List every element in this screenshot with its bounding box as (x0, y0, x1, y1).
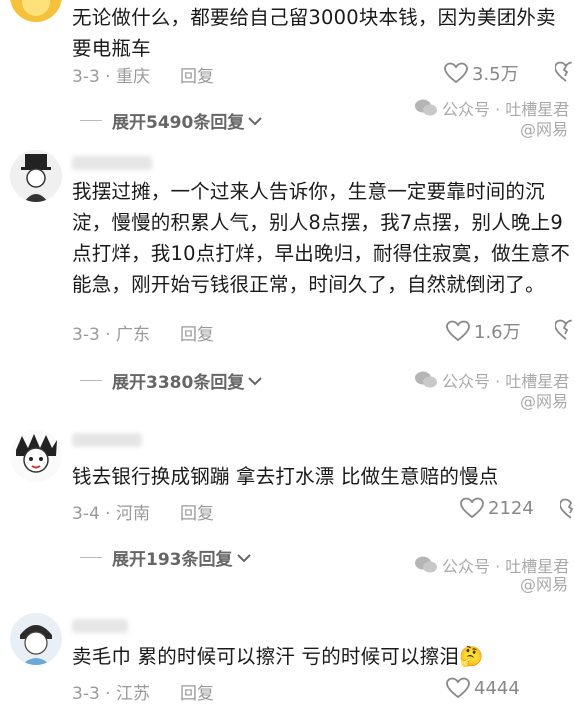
weibo-watermark: @网易 (520, 120, 569, 139)
comment-meta: 3-3 · 广东 回复 (72, 320, 214, 345)
like-button[interactable]: 1.6万 (446, 318, 521, 344)
avatar[interactable] (10, 430, 62, 482)
expand-replies-button[interactable]: 展开193条回复 (80, 545, 251, 570)
date-location: 3-3 · 江苏 (72, 684, 150, 704)
like-count: 4444 (474, 677, 520, 699)
reply-button[interactable]: 回复 (180, 62, 214, 87)
wechat-icon (415, 371, 437, 388)
wechat-icon (415, 99, 437, 116)
date-location: 3-4 · 河南 (72, 504, 150, 524)
dislike-icon[interactable] (555, 61, 575, 83)
divider (80, 557, 102, 558)
expand-label: 展开3380条回复 (112, 373, 245, 393)
like-count: 2124 (488, 497, 534, 519)
divider (80, 380, 102, 381)
weibo-watermark: @网易 (520, 392, 569, 411)
divider (80, 120, 102, 121)
weibo-watermark: @网易 (520, 575, 569, 594)
dislike-icon[interactable] (560, 498, 575, 520)
dislike-icon[interactable] (555, 319, 575, 341)
comment-text: 钱去银行换成钢蹦 拿去打水漂 比做生意赔的慢点 (72, 465, 499, 488)
like-count: 1.6万 (474, 322, 521, 343)
heart-icon (446, 677, 470, 699)
username[interactable] (72, 156, 152, 170)
expand-label: 展开193条回复 (112, 550, 233, 570)
avatar[interactable] (10, 613, 62, 665)
heart-icon (444, 62, 468, 84)
heart-icon (460, 497, 484, 519)
comment-text: 我摆过摊，一个过来人告诉你，生意一定要靠时间的沉淀，慢慢的积累人气，别人8点摆，… (72, 180, 571, 296)
comment-text: 无论做什么，都要给自己留3000块本钱，因为美团外卖要电瓶车 (72, 6, 556, 60)
avatar[interactable] (10, 150, 62, 202)
username[interactable] (72, 619, 128, 633)
date-location: 3-3 · 广东 (72, 325, 150, 345)
reply-button[interactable]: 回复 (180, 679, 214, 704)
reply-button[interactable]: 回复 (180, 320, 214, 345)
avatar[interactable] (10, 0, 62, 22)
wechat-icon (415, 556, 437, 573)
chevron-down-icon (248, 116, 263, 125)
like-button[interactable]: 3.5万 (444, 60, 519, 86)
reply-button[interactable]: 回复 (180, 499, 214, 524)
comment-meta: 3-4 · 河南 回复 (72, 499, 214, 524)
username[interactable] (72, 433, 142, 447)
like-button[interactable]: 4444 (446, 677, 520, 699)
date-location: 3-3 · 重庆 (72, 67, 150, 87)
expand-replies-button[interactable]: 展开3380条回复 (80, 368, 263, 393)
expand-replies-button[interactable]: 展开5490条回复 (80, 108, 263, 133)
comment-meta: 3-3 · 江苏 回复 (72, 679, 214, 704)
chevron-down-icon (248, 376, 263, 385)
chevron-down-icon (236, 553, 251, 562)
expand-label: 展开5490条回复 (112, 113, 245, 133)
heart-icon (446, 320, 470, 342)
like-count: 3.5万 (472, 64, 519, 85)
comment-meta: 3-3 · 重庆 回复 (72, 62, 214, 87)
comment-text: 卖毛巾 累的时候可以擦汗 亏的时候可以擦泪🤔 (72, 645, 484, 668)
like-button[interactable]: 2124 (460, 497, 534, 519)
